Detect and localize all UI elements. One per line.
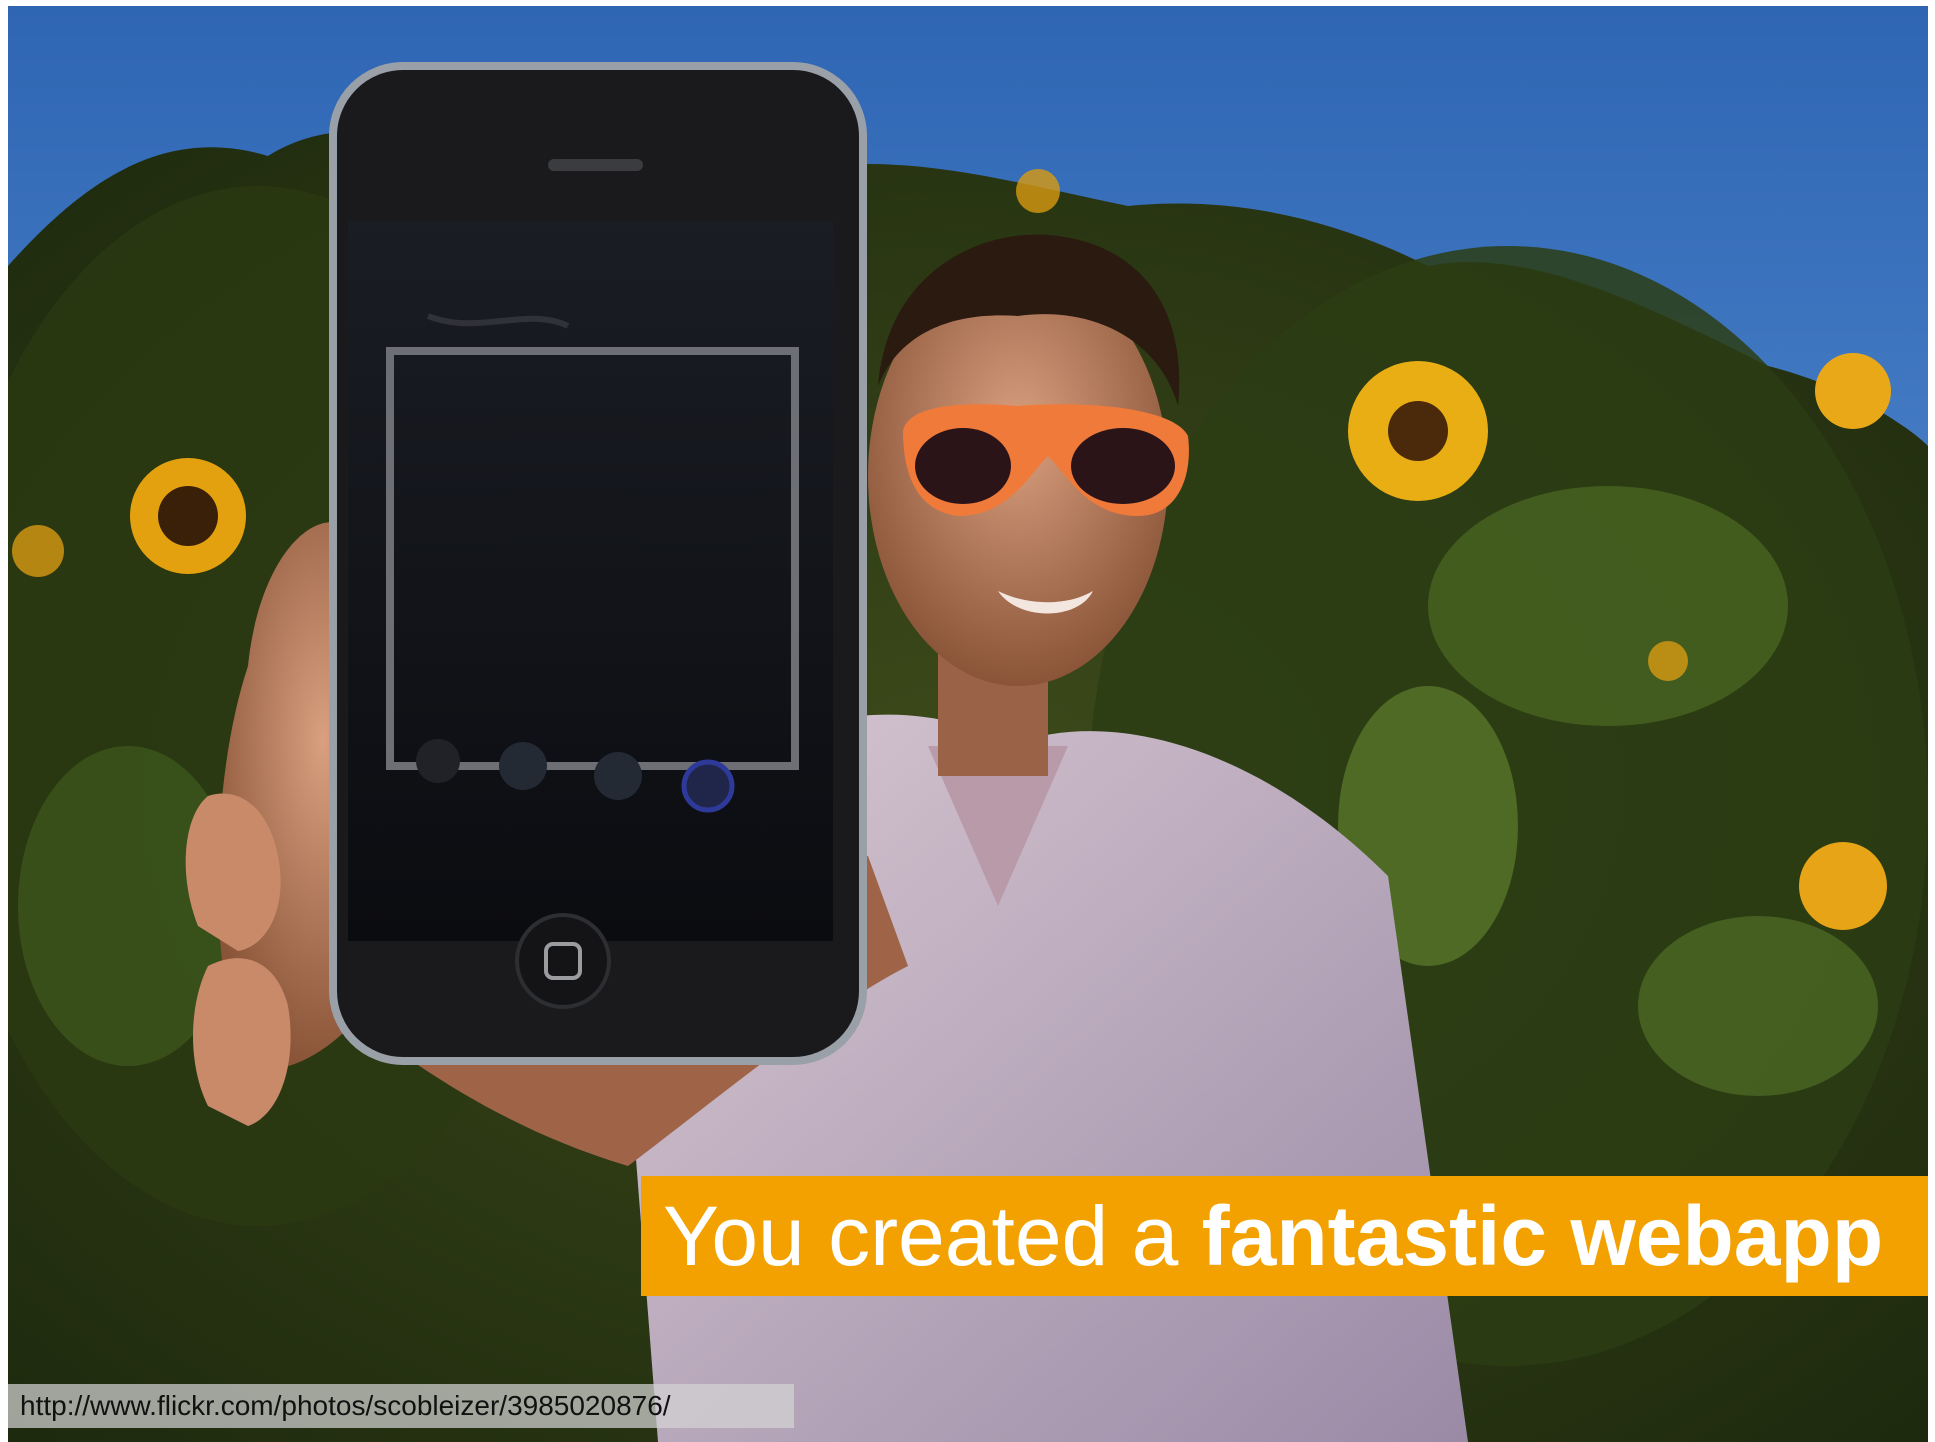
caption-banner: You created a fantastic webapp [641,1176,1928,1296]
smartphone [329,62,867,1065]
slide: You created a fantastic webapp http://ww… [8,6,1928,1442]
caption-lead: You created a [663,1189,1202,1283]
sunflower-left [130,458,246,574]
caption-emphasis: fantastic webapp [1201,1189,1884,1283]
sunflower-center [1348,361,1488,501]
photo-credit-link[interactable]: http://www.flickr.com/photos/scobleizer/… [8,1384,794,1428]
